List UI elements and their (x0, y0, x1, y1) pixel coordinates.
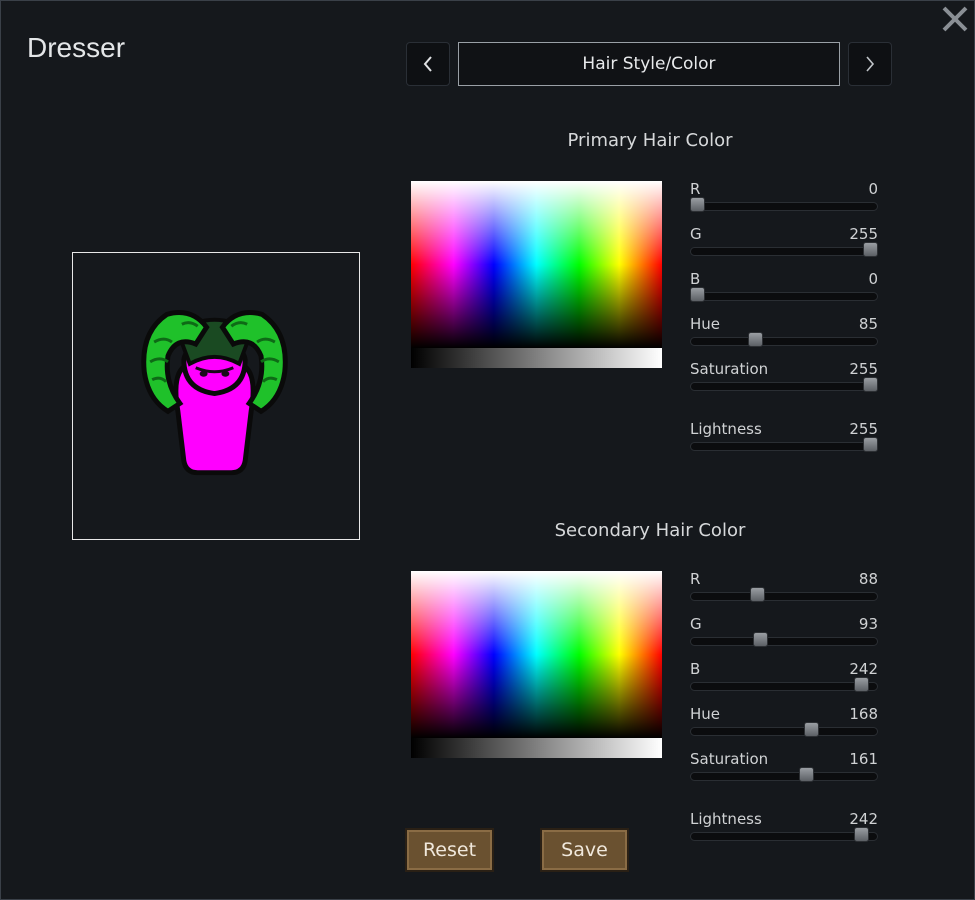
slider-thumb[interactable] (854, 827, 869, 842)
secondary-section-title: Secondary Hair Color (554, 520, 746, 541)
slider-value: 0 (868, 180, 878, 198)
primary-slider-g[interactable]: G 255 (690, 225, 878, 265)
primary-slider-lightness[interactable]: Lightness 255 (690, 420, 878, 460)
slider-value: 168 (849, 705, 878, 723)
slider-thumb[interactable] (804, 722, 819, 737)
secondary-slider-b[interactable]: B 242 (690, 660, 878, 700)
slider-track[interactable] (690, 442, 878, 451)
slider-thumb[interactable] (690, 287, 705, 302)
slider-thumb[interactable] (690, 197, 705, 212)
secondary-slider-r[interactable]: R 88 (690, 570, 878, 610)
close-button[interactable] (938, 2, 972, 36)
previous-category-button[interactable] (406, 42, 450, 86)
slider-value: 255 (849, 225, 878, 243)
slider-track[interactable] (690, 247, 878, 256)
primary-grey-strip[interactable] (411, 348, 662, 368)
slider-thumb[interactable] (750, 587, 765, 602)
secondary-slider-saturation[interactable]: Saturation 161 (690, 750, 878, 790)
secondary-slider-hue[interactable]: Hue 168 (690, 705, 878, 745)
slider-label: Hue (690, 705, 721, 723)
secondary-slider-lightness[interactable]: Lightness 242 (690, 810, 878, 850)
slider-label: B (690, 660, 701, 678)
character-sprite (141, 310, 288, 476)
category-title: Hair Style/Color (458, 42, 840, 86)
primary-color-picker[interactable] (411, 181, 662, 348)
slider-track[interactable] (690, 382, 878, 391)
slider-thumb[interactable] (863, 437, 878, 452)
next-category-button[interactable] (848, 42, 892, 86)
slider-track[interactable] (690, 772, 878, 781)
primary-slider-hue[interactable]: Hue 85 (690, 315, 878, 355)
slider-track[interactable] (690, 832, 878, 841)
chevron-left-icon (423, 56, 432, 72)
slider-value: 242 (849, 660, 878, 678)
character-preview (72, 252, 360, 540)
slider-value: 255 (849, 360, 878, 378)
secondary-slider-g[interactable]: G 93 (690, 615, 878, 655)
slider-label: Saturation (690, 750, 769, 768)
primary-slider-saturation[interactable]: Saturation 255 (690, 360, 878, 400)
slider-track[interactable] (690, 337, 878, 346)
save-button[interactable]: Save (540, 828, 629, 872)
chevron-right-icon (866, 56, 875, 72)
slider-label: B (690, 270, 701, 288)
slider-value: 161 (849, 750, 878, 768)
slider-track[interactable] (690, 682, 878, 691)
primary-slider-b[interactable]: B0 (690, 270, 878, 310)
slider-value: 93 (858, 615, 878, 633)
window-title: Dresser (27, 32, 126, 63)
slider-label: Lightness (690, 810, 762, 828)
slider-value: 242 (849, 810, 878, 828)
reset-button[interactable]: Reset (405, 828, 494, 872)
slider-thumb[interactable] (799, 767, 814, 782)
slider-label: R (690, 180, 701, 198)
primary-slider-r[interactable]: R0 (690, 180, 878, 220)
slider-track[interactable] (690, 637, 878, 646)
primary-section-title: Primary Hair Color (567, 130, 733, 151)
slider-track[interactable] (690, 202, 878, 211)
slider-value: 255 (849, 420, 878, 438)
close-icon (942, 6, 968, 32)
slider-thumb[interactable] (748, 332, 763, 347)
slider-track[interactable] (690, 292, 878, 301)
slider-thumb[interactable] (863, 242, 878, 257)
slider-thumb[interactable] (854, 677, 869, 692)
slider-label: Hue (690, 315, 721, 333)
slider-value: 0 (868, 270, 878, 288)
slider-thumb[interactable] (753, 632, 768, 647)
slider-track[interactable] (690, 727, 878, 736)
slider-value: 88 (858, 570, 878, 588)
slider-label: R (690, 570, 701, 588)
slider-label: Saturation (690, 360, 769, 378)
slider-value: 85 (858, 315, 878, 333)
slider-label: G (690, 225, 702, 243)
secondary-grey-strip[interactable] (411, 738, 662, 758)
slider-thumb[interactable] (863, 377, 878, 392)
slider-label: Lightness (690, 420, 762, 438)
slider-track[interactable] (690, 592, 878, 601)
secondary-color-picker[interactable] (411, 571, 662, 738)
slider-label: G (690, 615, 702, 633)
